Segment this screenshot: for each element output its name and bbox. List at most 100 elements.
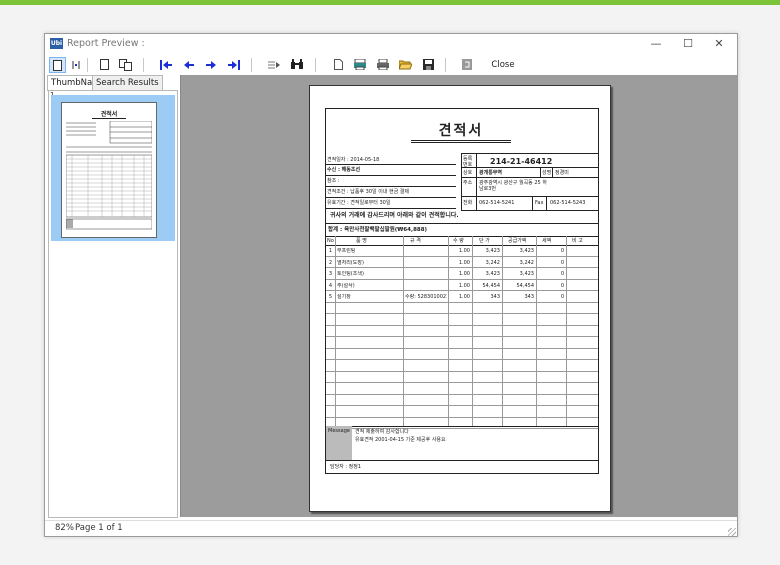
col-divider — [536, 236, 537, 426]
table-row: 5 절기창 수량: 5283010021 1.00 343 343 0 — [326, 291, 598, 303]
col-qty: 수 량 — [453, 238, 464, 244]
table-row: 2 열처리(도장) 1.00 3,242 3,242 0 — [326, 257, 598, 268]
table-row — [326, 337, 598, 349]
rule — [326, 186, 456, 187]
thumbnail-lines — [65, 120, 153, 233]
table-cell: 3,423 — [485, 271, 500, 277]
message-box: Message 견적 제출하여 감사합니다 유효견적 2001-04-15 기준… — [326, 426, 598, 460]
thumbnail-item[interactable]: 견적서 — [51, 95, 175, 241]
single-page-button[interactable] — [49, 57, 66, 73]
one-page-view-button[interactable] — [97, 57, 111, 73]
validity-period: 유효기간 : 견적일로부터 30일 — [327, 200, 391, 206]
table-row — [326, 349, 598, 360]
col-divider — [335, 236, 336, 426]
page-setup-button[interactable] — [353, 57, 367, 73]
rule — [532, 196, 533, 210]
quote-date: 견적일자 : 2014-05-18 — [327, 157, 380, 163]
tab-search-results[interactable]: Search Results — [92, 75, 163, 90]
open-button[interactable] — [397, 57, 413, 73]
title-bar: Ubi Report Preview : — ☐ ✕ — [45, 34, 737, 54]
thumbnail-title: 견적서 — [92, 109, 126, 119]
export-icon — [462, 59, 472, 70]
page-info: Page 1 of 1 — [75, 523, 123, 533]
table-cell: 54,454 — [482, 282, 501, 289]
table-cell: 무프린팅 — [337, 248, 356, 254]
printer-icon — [377, 58, 389, 71]
next-page-button[interactable] — [204, 57, 218, 73]
floppy-disk-icon — [422, 59, 434, 70]
goto-page-icon — [268, 61, 280, 69]
minimize-button[interactable]: — — [645, 36, 667, 52]
table-row — [326, 314, 598, 326]
rule — [326, 175, 456, 176]
table-cell: 343 — [490, 294, 500, 300]
last-page-button[interactable] — [227, 57, 241, 73]
report-preview-window: Ubi Report Preview : — ☐ ✕ Close ThumbNa… — [44, 33, 738, 537]
col-supply: 공급가액 — [508, 238, 527, 244]
table-cell: 0 — [560, 282, 564, 289]
table-cell: 주(절삭) — [337, 282, 355, 289]
table-cell: 3 — [328, 271, 333, 277]
col-divider — [502, 236, 503, 426]
resize-grip[interactable] — [728, 528, 736, 536]
table-row: 3 토인팅(조색) 1.00 3,423 3,423 0 — [326, 268, 598, 280]
table-row — [326, 383, 598, 395]
status-bar: 82% Page 1 of 1 — [45, 520, 737, 537]
message-line-2: 유효견적 2001-04-15 기준 제공후 사용요 — [355, 437, 446, 443]
col-divider — [403, 236, 404, 426]
rule — [546, 196, 547, 210]
document-icon — [333, 59, 343, 70]
previous-page-button[interactable] — [182, 57, 196, 73]
print-button[interactable] — [376, 57, 390, 73]
ceo-name: 정경미 — [555, 170, 569, 176]
company-label: 상호 — [463, 170, 473, 176]
payment-terms: 견적조건 : 납품후 30일 이내 현금 결제 — [327, 189, 409, 195]
rule — [326, 460, 598, 461]
report-page: 견적서 견적일자 : 2014-05-18 수신 : 해동조선 참조 : 견적조… — [309, 85, 611, 512]
phone: 062-514-5241 — [479, 200, 515, 206]
table-cell: 3,242 — [519, 259, 534, 266]
phone-label: 전화 — [463, 200, 473, 206]
close-button[interactable]: Close — [489, 57, 517, 73]
find-button[interactable] — [290, 57, 304, 73]
rule — [462, 167, 598, 168]
last-page-icon — [228, 60, 240, 70]
quotation-document: 견적서 견적일자 : 2014-05-18 수신 : 해동조선 참조 : 견적조… — [325, 108, 599, 474]
preview-area[interactable]: 견적서 견적일자 : 2014-05-18 수신 : 해동조선 참조 : 견적조… — [180, 75, 737, 517]
table-cell: 343 — [524, 294, 534, 300]
new-document-button[interactable] — [331, 57, 345, 73]
items-table: No 품 명 규 격 수 량 단 가 공급가액 세액 비 고 1 무프린팅 1.00… — [326, 236, 598, 429]
table-cell: 3,423 — [485, 248, 500, 254]
table-cell: 5 — [328, 294, 333, 300]
col-divider — [566, 236, 567, 426]
fit-width-button[interactable] — [69, 57, 83, 73]
save-button[interactable] — [421, 57, 435, 73]
table-row — [326, 406, 598, 418]
first-page-button[interactable] — [159, 57, 173, 73]
multi-page-view-button[interactable] — [117, 57, 133, 73]
manager: 담당자 : 정정1 — [330, 464, 362, 470]
table-cell: 1.00 — [458, 259, 470, 266]
table-cell: 0 — [560, 294, 564, 300]
folder-open-icon — [397, 60, 413, 70]
maximize-button[interactable]: ☐ — [677, 36, 699, 52]
rule — [462, 196, 598, 197]
reg-number: 214-21-46412 — [490, 157, 553, 166]
separator — [87, 58, 88, 72]
top-accent-bar — [0, 0, 780, 5]
goto-page-button[interactable] — [267, 57, 281, 73]
table-row — [326, 360, 598, 372]
multi-page-icon — [118, 59, 132, 71]
address: 광주광역시 광산구 월곡동 25 하남로3번 — [479, 180, 547, 192]
arrow-left-icon — [184, 61, 194, 69]
fit-width-icon — [72, 61, 80, 69]
separator — [315, 58, 316, 72]
thumbnail-page: 견적서 — [61, 102, 157, 238]
supplier-box: 등록번호 214-21-46412 상호 광개통무역 성명 정경미 주소 광주광… — [461, 153, 599, 211]
close-window-button[interactable]: ✕ — [708, 36, 730, 52]
export-button[interactable] — [460, 57, 474, 73]
reference: 참조 : — [327, 178, 340, 184]
table-cell: 0 — [560, 259, 564, 266]
table-cell: 0 — [560, 248, 564, 254]
fax-label: Fax — [535, 200, 544, 206]
